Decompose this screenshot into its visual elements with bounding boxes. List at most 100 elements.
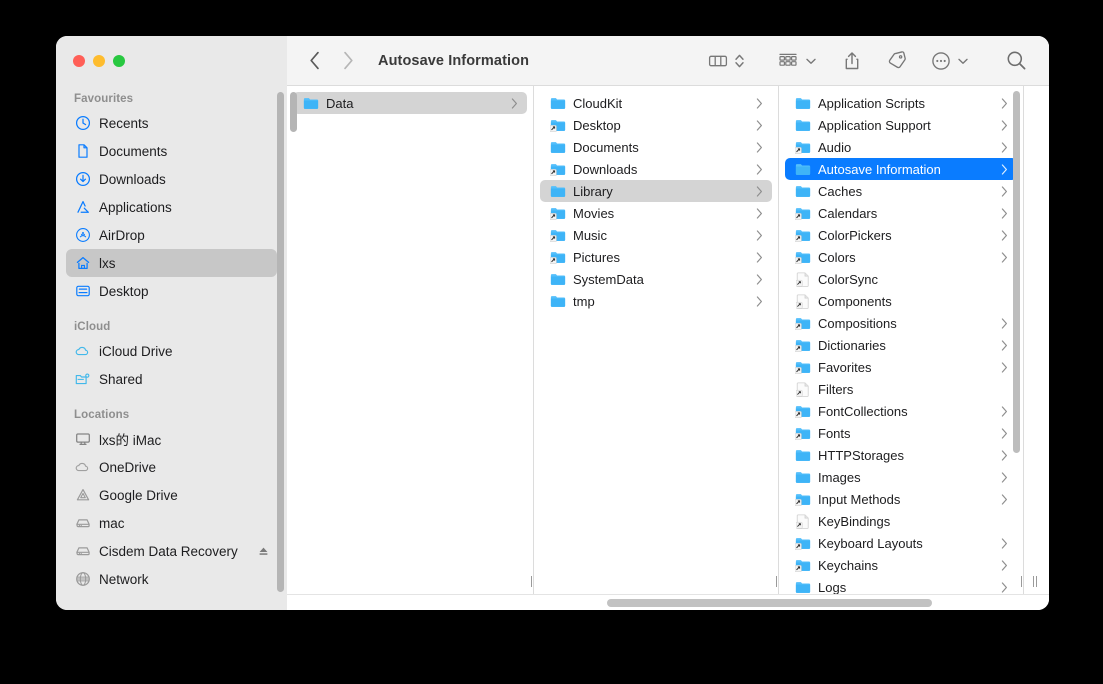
folder-alias-icon	[794, 338, 811, 352]
list-item-label: Application Support	[818, 118, 993, 133]
list-item[interactable]: Library	[540, 180, 772, 202]
list-item[interactable]: HTTPStorages	[785, 444, 1017, 466]
folder-icon	[549, 184, 566, 198]
list-item-label: FontCollections	[818, 404, 993, 419]
sidebar-item-lxs-imac[interactable]: lxs的 iMac	[66, 425, 277, 453]
list-item[interactable]: Documents	[540, 136, 772, 158]
sidebar-item-label: iCloud Drive	[99, 344, 269, 359]
chevron-right-icon	[1000, 560, 1009, 571]
forward-button[interactable]	[338, 50, 358, 72]
list-item[interactable]: Autosave Information	[785, 158, 1017, 180]
list-item-label: tmp	[573, 294, 748, 309]
search-icon[interactable]	[1006, 48, 1027, 74]
list-item[interactable]: Movies	[540, 202, 772, 224]
clock-icon	[74, 115, 91, 132]
minimize-button[interactable]	[93, 55, 105, 67]
list-item[interactable]: Components	[785, 290, 1017, 312]
column-1-scrollbar[interactable]	[290, 92, 297, 132]
chevron-right-icon	[755, 252, 764, 263]
more-chevron-down-icon[interactable]	[957, 48, 969, 74]
group-items-button[interactable]	[777, 48, 799, 74]
sidebar-item-icloud-drive[interactable]: iCloud Drive	[66, 337, 277, 365]
sidebar-item-applications[interactable]: Applications	[66, 193, 277, 221]
list-item[interactable]: Colors	[785, 246, 1017, 268]
list-item[interactable]: Calendars	[785, 202, 1017, 224]
horizontal-scrollbar-track	[287, 594, 1049, 610]
list-item[interactable]: KeyBindings	[785, 510, 1017, 532]
view-columns-button[interactable]	[708, 48, 728, 74]
tag-icon[interactable]	[885, 48, 907, 74]
list-item[interactable]: ColorPickers	[785, 224, 1017, 246]
zoom-button[interactable]	[113, 55, 125, 67]
sidebar-scrollbar[interactable]	[277, 92, 284, 592]
sidebar-item-label: Applications	[99, 200, 269, 215]
sidebar-item-network[interactable]: Network	[66, 565, 277, 593]
list-item[interactable]: CloudKit	[540, 92, 772, 114]
list-item-label: Downloads	[573, 162, 748, 177]
sidebar-item-mac[interactable]: mac	[66, 509, 277, 537]
list-item-label: SystemData	[573, 272, 748, 287]
sidebar-item-label: Recents	[99, 116, 269, 131]
list-item[interactable]: Desktop	[540, 114, 772, 136]
folder-icon	[549, 294, 566, 308]
list-item[interactable]: Logs	[785, 576, 1017, 594]
close-button[interactable]	[73, 55, 85, 67]
column-1-list: Data	[287, 86, 533, 114]
navigation-arrows	[305, 50, 358, 72]
sidebar-item-downloads[interactable]: Downloads	[66, 165, 277, 193]
sidebar-item-desktop[interactable]: Desktop	[66, 277, 277, 305]
list-item[interactable]: Input Methods	[785, 488, 1017, 510]
chevron-right-icon	[1000, 318, 1009, 329]
column-2: CloudKitDesktopDocuments Downloads Library…	[534, 86, 779, 594]
view-chevrons-icon[interactable]	[734, 48, 745, 74]
list-item-label: ColorSync	[818, 272, 993, 287]
list-item[interactable]: Images	[785, 466, 1017, 488]
chevron-right-icon	[1000, 230, 1009, 241]
sidebar-item-cisdem-data-recovery[interactable]: Cisdem Data Recovery	[66, 537, 277, 565]
sidebar-item-documents[interactable]: Documents	[66, 137, 277, 165]
list-item[interactable]: Data	[293, 92, 527, 114]
more-icon[interactable]	[931, 48, 951, 74]
list-item[interactable]: Fonts	[785, 422, 1017, 444]
horizontal-scrollbar-thumb[interactable]	[607, 599, 932, 607]
folder-icon	[794, 96, 811, 110]
list-item[interactable]: Compositions	[785, 312, 1017, 334]
folder-alias-icon	[794, 228, 811, 242]
eject-icon[interactable]	[257, 546, 269, 557]
list-item[interactable]: Pictures	[540, 246, 772, 268]
download-icon	[74, 171, 91, 188]
list-item[interactable]: Audio	[785, 136, 1017, 158]
sidebar-item-airdrop[interactable]: AirDrop	[66, 221, 277, 249]
list-item-label: Input Methods	[818, 492, 993, 507]
sidebar-group-locations-title: Locations	[66, 393, 277, 425]
list-item[interactable]: SystemData	[540, 268, 772, 290]
column-4-resize-handle[interactable]	[1030, 576, 1040, 587]
list-item[interactable]: Keychains	[785, 554, 1017, 576]
list-item[interactable]: FontCollections	[785, 400, 1017, 422]
sidebar-item-label: Cisdem Data Recovery	[99, 544, 249, 559]
sidebar-item-shared[interactable]: Shared	[66, 365, 277, 393]
back-button[interactable]	[305, 50, 325, 72]
group-chevron-down-icon[interactable]	[805, 48, 817, 74]
sidebar-item-google-drive[interactable]: Google Drive	[66, 481, 277, 509]
file-alias-icon	[794, 514, 811, 529]
list-item[interactable]: Downloads	[540, 158, 772, 180]
sidebar-item-recents[interactable]: Recents	[66, 109, 277, 137]
list-item[interactable]: tmp	[540, 290, 772, 312]
folder-alias-icon	[794, 404, 811, 418]
list-item[interactable]: Application Support	[785, 114, 1017, 136]
harddisk-icon	[74, 515, 91, 532]
share-icon[interactable]	[843, 48, 861, 74]
list-item[interactable]: Caches	[785, 180, 1017, 202]
column-3-scrollbar[interactable]	[1013, 91, 1020, 453]
list-item[interactable]: Filters	[785, 378, 1017, 400]
sidebar-item-lxs[interactable]: lxs	[66, 249, 277, 277]
list-item[interactable]: Dictionaries	[785, 334, 1017, 356]
list-item[interactable]: Favorites	[785, 356, 1017, 378]
folder-alias-icon	[794, 426, 811, 440]
list-item[interactable]: Keyboard Layouts	[785, 532, 1017, 554]
sidebar-item-onedrive[interactable]: OneDrive	[66, 453, 277, 481]
list-item[interactable]: Application Scripts	[785, 92, 1017, 114]
list-item[interactable]: ColorSync	[785, 268, 1017, 290]
list-item[interactable]: Music	[540, 224, 772, 246]
